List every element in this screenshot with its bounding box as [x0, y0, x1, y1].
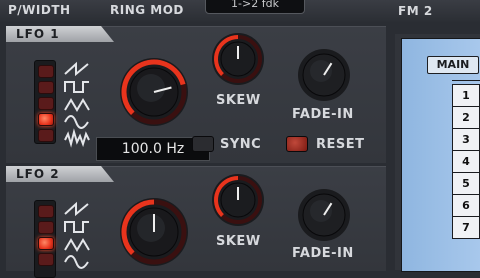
random-wave-icon [64, 128, 90, 148]
lfo2-led-square[interactable] [38, 221, 54, 234]
lfo1-rate-knob[interactable] [118, 56, 190, 128]
lfo1-led-random[interactable] [38, 129, 54, 142]
lfo2-title: LFO 2 [16, 167, 60, 181]
lfo2-led-sine[interactable] [38, 253, 54, 266]
lfo1-fadein-label: FADE-IN [292, 107, 354, 122]
top-bar: P/WIDTH RING MOD 1->2 fdk FM 2 [0, 0, 480, 22]
main-button[interactable]: MAIN [427, 56, 479, 74]
lfo1-led-square[interactable] [38, 81, 54, 94]
sawtooth-wave-icon [64, 201, 89, 217]
sine-wave-icon [64, 255, 89, 269]
fm2-label: FM 2 [398, 4, 433, 18]
reset-toggle[interactable] [286, 136, 308, 152]
lfo2-led-triangle[interactable] [38, 237, 54, 250]
reset-label: RESET [316, 137, 365, 152]
matrix-row[interactable]: 2 [452, 107, 480, 129]
lfo2-rate-knob[interactable] [118, 196, 190, 268]
lfo2-skew-knob[interactable] [210, 172, 266, 228]
lfo1-led-triangle[interactable] [38, 97, 54, 110]
lfo1-led-saw[interactable] [38, 65, 54, 78]
sine-wave-icon [64, 115, 89, 129]
triangle-wave-icon [64, 238, 90, 252]
pulse-width-label: P/WIDTH [8, 3, 71, 17]
ring-mod-label: RING MOD [110, 3, 184, 17]
lfo1-skew-knob[interactable] [210, 31, 266, 87]
lfo2-wave-icons [64, 201, 90, 269]
lfo1-fadein-knob[interactable] [296, 47, 352, 103]
lfo1-wave-icons [64, 61, 90, 148]
lfo1-skew-label: SKEW [216, 93, 261, 108]
lfo2-skew-label: SKEW [216, 234, 261, 249]
matrix-row[interactable]: 5 [452, 173, 480, 195]
square-wave-icon [64, 221, 89, 233]
matrix-row[interactable]: 4 [452, 151, 480, 173]
matrix-row[interactable]: 6 [452, 195, 480, 217]
sync-toggle[interactable] [192, 136, 214, 152]
lfo1-wave-led-stack [34, 60, 56, 144]
lfo2-wave-led-stack [34, 200, 56, 278]
lfo2-fadein-knob[interactable] [296, 187, 352, 243]
lfo2-tab: LFO 2 [6, 166, 114, 182]
matrix-row-numbers: 1 2 3 4 5 6 7 [452, 84, 480, 239]
matrix-row[interactable]: 1 [452, 84, 480, 107]
lfo1-title: LFO 1 [16, 27, 60, 41]
matrix-row[interactable]: 7 [452, 217, 480, 239]
sawtooth-wave-icon [64, 61, 89, 77]
sync-label: SYNC [220, 137, 262, 152]
lfo2-fadein-label: FADE-IN [292, 246, 354, 261]
matrix-row[interactable]: 3 [452, 129, 480, 151]
triangle-wave-icon [64, 98, 90, 112]
lfo1-tab: LFO 1 [6, 26, 114, 42]
square-wave-icon [64, 81, 89, 93]
lfo2-led-saw[interactable] [38, 205, 54, 218]
preset-display[interactable]: 1->2 fdk [205, 0, 305, 14]
lfo1-led-sine[interactable] [38, 113, 54, 126]
